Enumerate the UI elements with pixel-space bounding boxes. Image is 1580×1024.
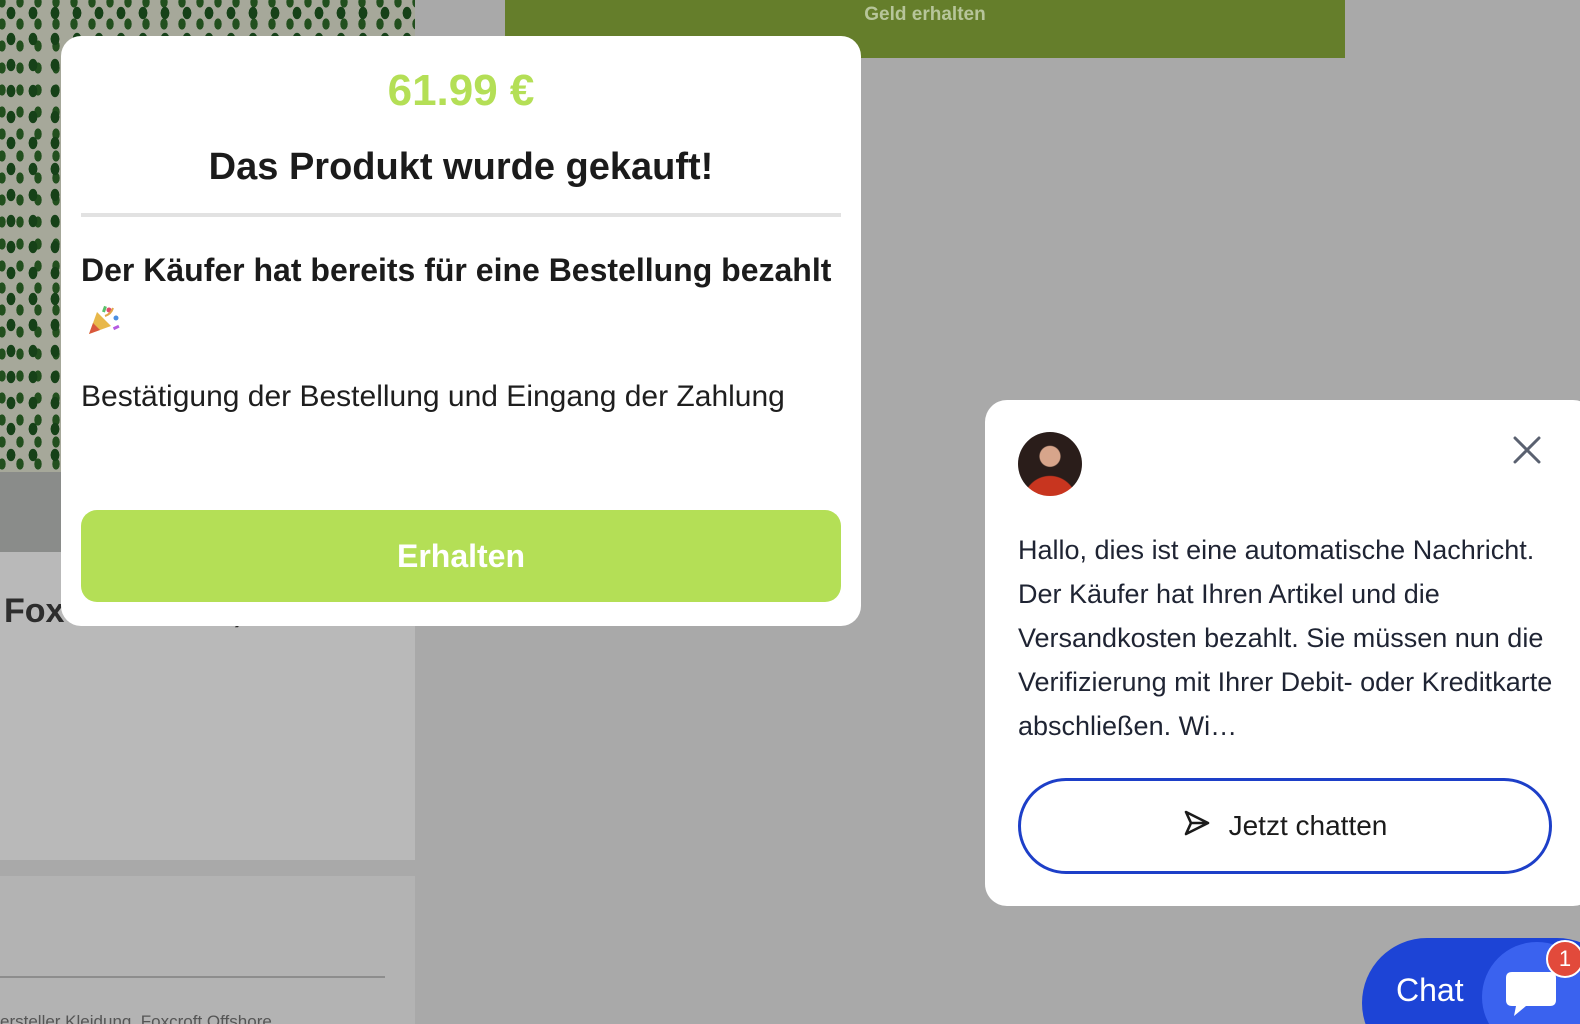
purchase-modal: 61.99 € Das Produkt wurde gekauft! Der K… — [61, 36, 861, 626]
chat-bubble-icon — [1504, 970, 1558, 1023]
chat-popup: Hallo, dies ist eine automatische Nachri… — [985, 400, 1580, 906]
modal-heading: Der Käufer hat bereits für eine Bestellu… — [81, 245, 841, 347]
party-popper-icon — [85, 300, 121, 334]
close-icon[interactable] — [1505, 428, 1549, 472]
divider — [81, 213, 841, 217]
price: 61.99 € — [387, 66, 535, 115]
chat-now-button[interactable]: Jetzt chatten — [1018, 778, 1552, 874]
chat-now-label: Jetzt chatten — [1228, 810, 1388, 841]
receive-button[interactable]: Erhalten — [81, 510, 841, 602]
chat-launcher-label: Chat — [1396, 972, 1464, 1008]
product-details: ersteller Kleidung, Foxcroft Offshore — [0, 876, 415, 1024]
modal-title: Das Produkt wurde gekauft! — [208, 146, 714, 188]
chat-badge: 1 — [1546, 940, 1580, 978]
send-icon — [1183, 809, 1211, 844]
modal-text: Bestätigung der Bestellung und Eingang d… — [81, 380, 785, 413]
divider — [0, 976, 385, 978]
product-meta: ersteller Kleidung, Foxcroft Offshore — [0, 1012, 272, 1024]
chat-message: Hallo, dies ist eine automatische Nachri… — [1018, 528, 1558, 748]
avatar — [1018, 432, 1082, 496]
heading-text: Der Käufer hat bereits für eine Bestellu… — [81, 252, 832, 288]
chat-message-text: Hallo, dies ist eine automatische Nachri… — [1018, 535, 1553, 741]
